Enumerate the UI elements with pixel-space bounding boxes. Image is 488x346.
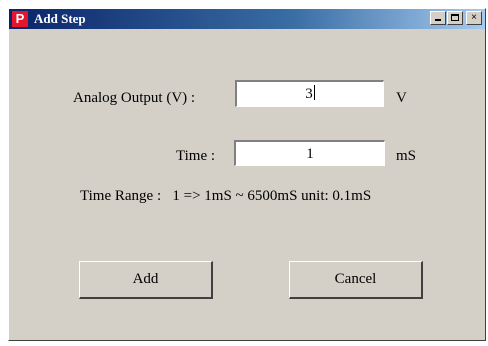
minimize-button[interactable]	[430, 11, 446, 25]
time-input[interactable]: 1	[234, 140, 385, 166]
maximize-icon	[451, 14, 459, 21]
time-range-text: Time Range : 1 => 1mS ~ 6500mS unit: 0.1…	[80, 188, 372, 204]
text-cursor	[313, 85, 315, 100]
time-label: Time :	[176, 148, 216, 164]
window-title: Add Step	[34, 11, 86, 26]
close-icon: ×	[471, 12, 477, 23]
minimize-icon	[435, 19, 441, 21]
title-buttons: ×	[430, 11, 482, 25]
time-unit: mS	[396, 148, 417, 164]
app-icon[interactable]: P	[12, 11, 28, 27]
analog-output-value: 3	[305, 86, 313, 102]
add-step-dialog: P Add Step × Analog Output (V) : 3 V Tim…	[8, 8, 486, 341]
close-button[interactable]: ×	[466, 11, 482, 25]
add-button[interactable]: Add	[79, 261, 213, 299]
analog-output-input[interactable]: 3	[235, 80, 384, 107]
maximize-button[interactable]	[447, 11, 463, 25]
cancel-button[interactable]: Cancel	[289, 261, 423, 299]
title-bar[interactable]: P Add Step ×	[9, 9, 485, 29]
time-value: 1	[306, 146, 314, 162]
analog-output-unit: V	[396, 90, 407, 106]
analog-output-label: Analog Output (V) :	[73, 90, 196, 106]
